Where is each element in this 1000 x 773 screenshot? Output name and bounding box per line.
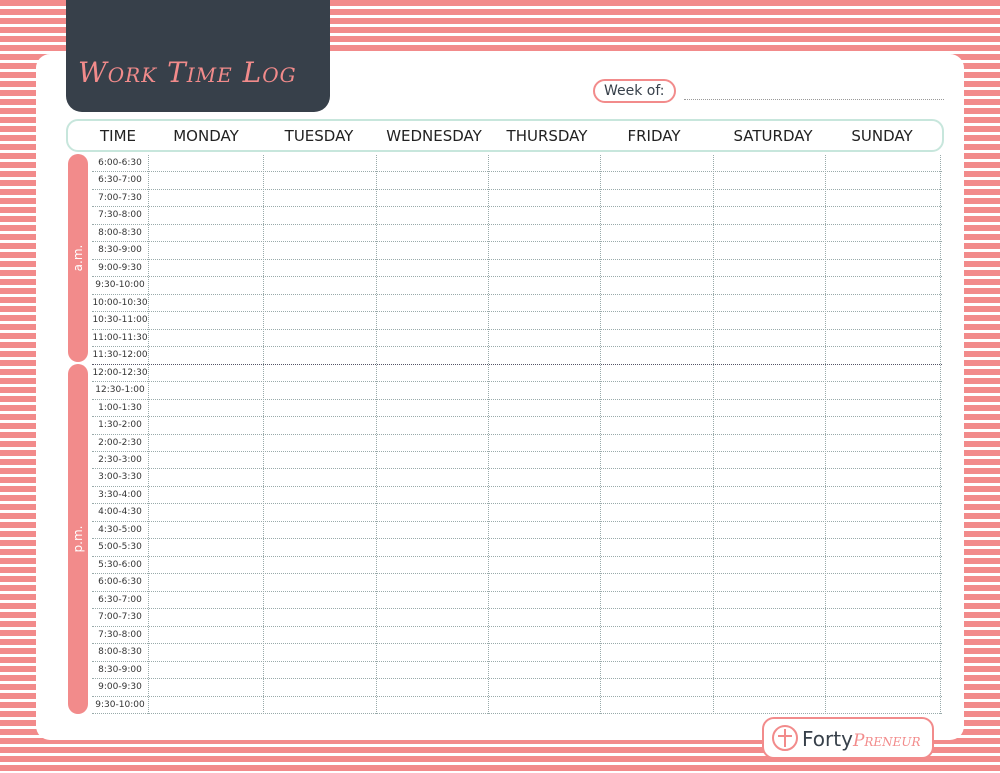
time-row[interactable]: 6:00-6:30: [92, 155, 942, 173]
time-row[interactable]: 3:00-3:30: [92, 469, 942, 487]
column-header-thursday: THURSDAY: [506, 127, 588, 145]
logo-text-forty: Forty: [802, 727, 853, 751]
time-row[interactable]: 3:30-4:00: [92, 487, 942, 505]
time-slot-label: 9:30-10:00: [95, 280, 145, 291]
time-slot-label: 8:30-9:00: [98, 664, 142, 675]
time-row[interactable]: 8:30-9:00: [92, 662, 942, 680]
logo-cross-icon: [772, 725, 798, 751]
time-row[interactable]: 11:00-11:30: [92, 330, 942, 348]
time-slot-label: 2:00-2:30: [98, 437, 142, 448]
time-row[interactable]: 1:00-1:30: [92, 400, 942, 418]
time-slot-label: 6:00-6:30: [98, 577, 142, 588]
time-row[interactable]: 8:00-8:30: [92, 225, 942, 243]
time-slot-label: 4:30-5:00: [98, 524, 142, 535]
page-title: Work Time Log: [78, 56, 297, 89]
fortypreneur-logo: FortyPreneur: [762, 717, 934, 759]
time-slot-label: 7:30-8:00: [98, 629, 142, 640]
time-slot-label: 12:00-12:30: [92, 367, 148, 378]
time-row[interactable]: 5:30-6:00: [92, 557, 942, 575]
column-header-tuesday: TUESDAY: [284, 127, 354, 145]
time-row[interactable]: 11:30-12:00: [92, 347, 942, 365]
time-slot-label: 7:00-7:30: [98, 192, 142, 203]
am-label: a.m.: [71, 244, 85, 272]
time-row[interactable]: 5:00-5:30: [92, 539, 942, 557]
time-slot-label: 4:00-4:30: [98, 507, 142, 518]
column-header-saturday: SATURDAY: [733, 127, 813, 145]
time-slot-label: 6:30-7:00: [98, 594, 142, 605]
time-slot-label: 3:00-3:30: [98, 472, 142, 483]
time-slot-label: 3:30-4:00: [98, 489, 142, 500]
time-slot-label: 1:00-1:30: [98, 402, 142, 413]
time-slot-label: 9:00-9:30: [98, 262, 142, 273]
time-row[interactable]: 2:30-3:00: [92, 452, 942, 470]
time-row[interactable]: 6:00-6:30: [92, 574, 942, 592]
column-divider: [713, 155, 714, 714]
time-row[interactable]: 6:30-7:00: [92, 172, 942, 190]
time-row[interactable]: 7:30-8:00: [92, 207, 942, 225]
time-slot-label: 8:30-9:00: [98, 245, 142, 256]
time-slot-label: 5:30-6:00: [98, 559, 142, 570]
column-divider: [825, 155, 826, 714]
pm-label: p.m.: [71, 525, 85, 553]
time-row[interactable]: 4:00-4:30: [92, 504, 942, 522]
time-row[interactable]: 9:00-9:30: [92, 679, 942, 697]
column-divider: [488, 155, 489, 714]
time-slot-label: 11:30-12:00: [92, 350, 148, 361]
column-header-sunday: SUNDAY: [851, 127, 913, 145]
time-slot-label: 10:30-11:00: [92, 315, 148, 326]
time-row[interactable]: 7:30-8:00: [92, 627, 942, 645]
column-header-wednesday: WEDNESDAY: [386, 127, 482, 145]
week-of-field[interactable]: [684, 99, 944, 100]
time-slot-label: 5:00-5:30: [98, 542, 142, 553]
time-slot-label: 8:00-8:30: [98, 647, 142, 658]
time-slot-label: 9:00-9:30: [98, 682, 142, 693]
time-row[interactable]: 10:00-10:30: [92, 295, 942, 313]
column-header-friday: FRIDAY: [627, 127, 681, 145]
time-row[interactable]: 12:00-12:30: [92, 365, 942, 383]
time-row[interactable]: 9:00-9:30: [92, 260, 942, 278]
time-row[interactable]: 1:30-2:00: [92, 417, 942, 435]
time-row[interactable]: 4:30-5:00: [92, 522, 942, 540]
logo-text-preneur: Preneur: [852, 731, 921, 751]
time-slot-label: 6:00-6:30: [98, 158, 142, 168]
column-divider: [263, 155, 264, 714]
time-slot-label: 7:30-8:00: [98, 210, 142, 221]
column-divider: [376, 155, 377, 714]
time-slot-label: 6:30-7:00: [98, 175, 142, 186]
time-slot-label: 2:30-3:00: [98, 454, 142, 465]
time-row[interactable]: 6:30-7:00: [92, 592, 942, 610]
am-period-tab: a.m.: [68, 154, 88, 362]
time-row[interactable]: 8:00-8:30: [92, 644, 942, 662]
time-row[interactable]: 10:30-11:00: [92, 312, 942, 330]
time-slot-label: 8:00-8:30: [98, 227, 142, 238]
pm-period-tab: p.m.: [68, 364, 88, 714]
time-slot-label: 11:00-11:30: [92, 332, 148, 343]
week-of-label: Week of:: [593, 79, 676, 103]
time-row[interactable]: 8:30-9:00: [92, 242, 942, 260]
time-grid: 6:00-6:30 6:30-7:00 7:00-7:30 7:30-8:00 8:00…: [92, 155, 942, 714]
time-row[interactable]: 12:30-1:00: [92, 382, 942, 400]
time-slot-label: 9:30-10:00: [95, 699, 145, 710]
time-row[interactable]: 7:00-7:30: [92, 190, 942, 208]
time-row[interactable]: 7:00-7:30: [92, 609, 942, 627]
time-slot-label: 10:00-10:30: [92, 297, 148, 308]
time-row[interactable]: 9:30-10:00: [92, 277, 942, 295]
time-row[interactable]: 2:00-2:30: [92, 435, 942, 452]
time-row[interactable]: 9:30-10:00: [92, 697, 942, 714]
time-slot-label: 7:00-7:30: [98, 612, 142, 623]
time-slot-label: 1:30-2:00: [98, 420, 142, 431]
column-header-monday: MONDAY: [173, 127, 239, 145]
time-slot-label: 12:30-1:00: [95, 385, 145, 396]
column-divider: [940, 155, 941, 714]
column-divider: [600, 155, 601, 714]
column-divider: [148, 155, 149, 714]
